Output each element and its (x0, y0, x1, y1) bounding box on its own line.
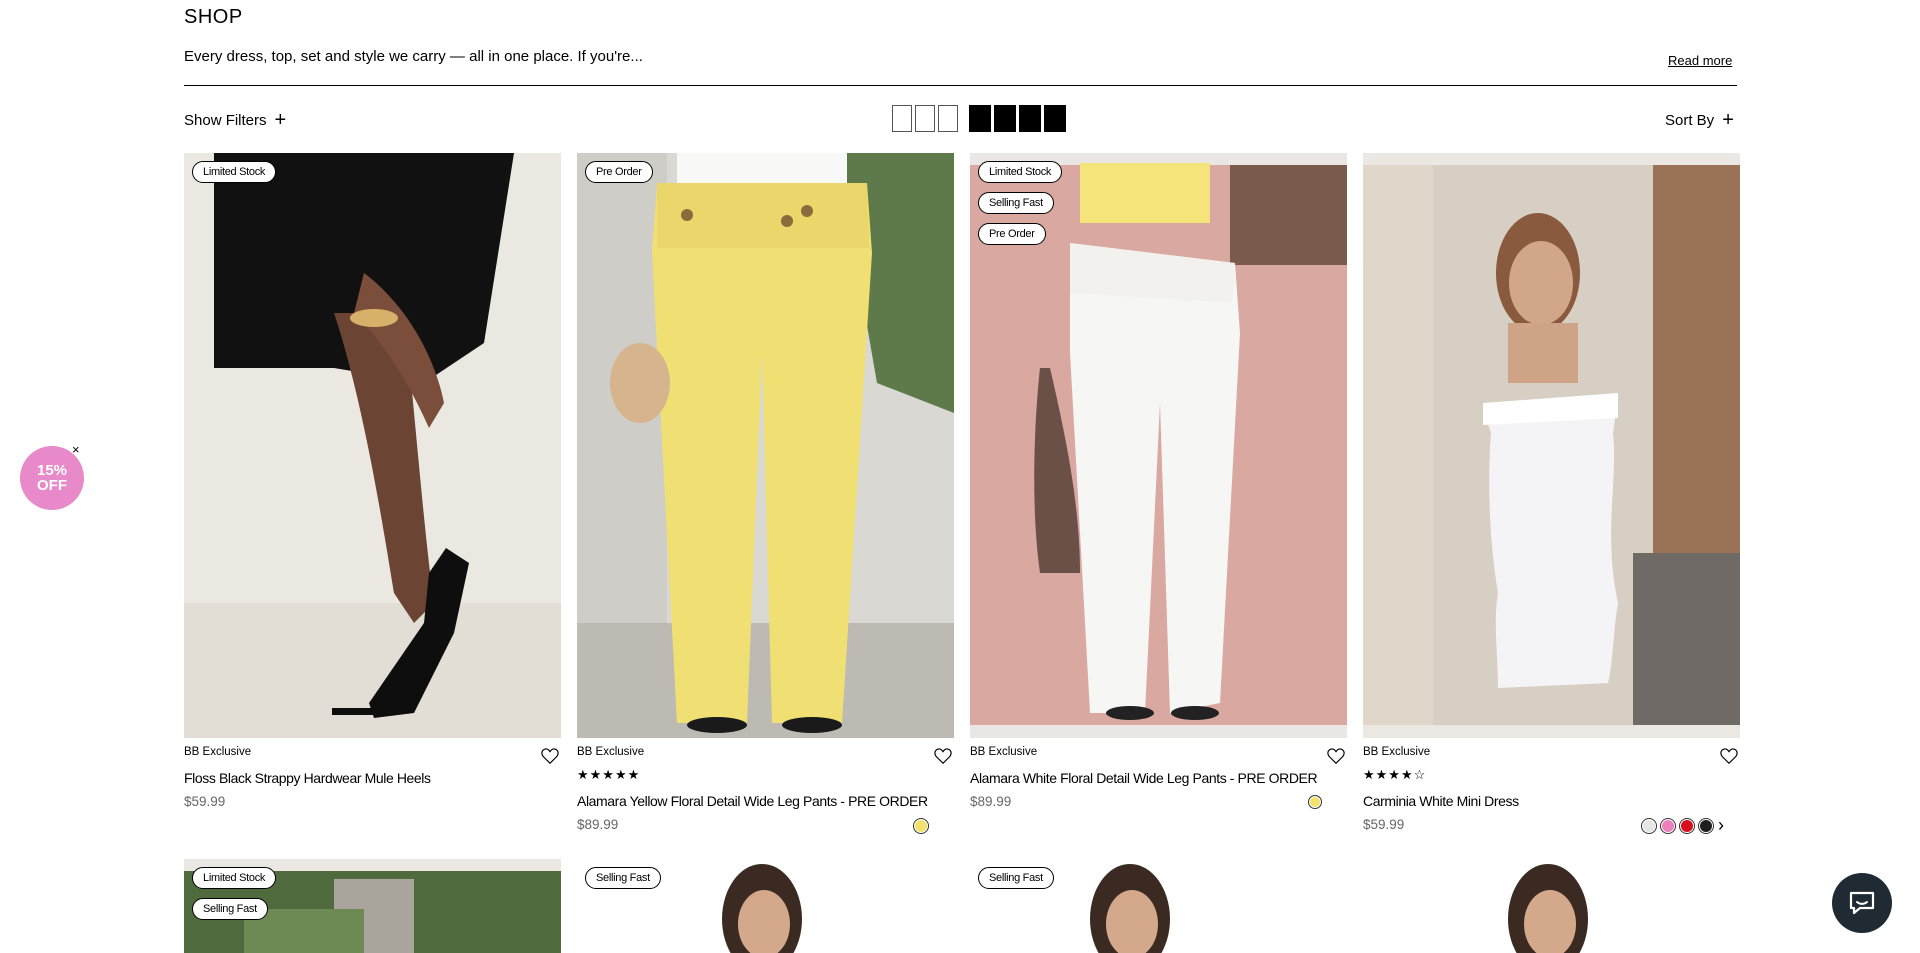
product-badge: Limited Stock (192, 161, 277, 183)
plus-icon: + (274, 109, 287, 131)
product-price: $89.99 (970, 794, 1012, 809)
sort-by-button[interactable]: Sort By + (1665, 110, 1734, 130)
grid-4-columns-toggle[interactable] (969, 105, 1066, 132)
wishlist-heart-icon[interactable] (934, 748, 952, 769)
product-name[interactable]: Carminia White Mini Dress (1363, 793, 1519, 809)
color-swatch-red[interactable] (1680, 819, 1694, 833)
chevron-right-icon[interactable]: › (1718, 815, 1724, 836)
product-name[interactable]: Floss Black Strappy Hardwear Mule Heels (184, 770, 431, 786)
product-card[interactable] (1363, 859, 1740, 953)
product-name[interactable]: Alamara Yellow Floral Detail Wide Leg Pa… (577, 793, 928, 809)
product-image[interactable] (577, 153, 954, 738)
product-name[interactable]: Alamara White Floral Detail Wide Leg Pan… (970, 770, 1318, 786)
grid-3-columns-toggle[interactable] (892, 105, 958, 132)
product-price: $59.99 (1363, 817, 1405, 832)
rating-stars: ★★★★☆ (1363, 767, 1427, 782)
product-card[interactable]: BB Exclusive ★★★★☆ Carminia White Mini D… (1363, 153, 1740, 836)
grid-column-icon (915, 105, 935, 132)
plus-icon: + (1722, 109, 1734, 131)
chat-button[interactable] (1832, 873, 1892, 933)
sort-by-label: Sort By (1665, 111, 1715, 129)
product-badge: Limited Stock (192, 867, 277, 889)
wishlist-heart-icon[interactable] (1327, 748, 1345, 769)
product-badge: Pre Order (585, 161, 653, 183)
product-brand: BB Exclusive (577, 746, 645, 758)
color-swatch-pink[interactable] (1661, 819, 1675, 833)
product-price: $59.99 (184, 794, 226, 809)
category-intro: Every dress, top, set and style we carry… (184, 48, 643, 65)
product-card[interactable]: Limited Stock Selling Fast (184, 859, 561, 953)
product-image[interactable] (184, 153, 561, 738)
chat-bubble-icon (1849, 891, 1875, 915)
close-icon[interactable]: × (72, 442, 80, 457)
product-badge: Selling Fast (192, 898, 268, 920)
product-card[interactable]: Limited Stock Selling Fast Pre Order BB … (970, 153, 1347, 833)
grid-column-icon (969, 105, 991, 132)
color-swatch-black[interactable] (1699, 819, 1713, 833)
product-badge: Pre Order (978, 223, 1046, 245)
show-filters-label: Show Filters (184, 111, 267, 129)
product-price: $89.99 (577, 817, 619, 832)
product-brand: BB Exclusive (184, 746, 252, 758)
color-swatch-yellow[interactable] (914, 819, 928, 833)
page-title: SHOP (184, 6, 243, 28)
product-card[interactable]: Selling Fast (970, 859, 1347, 953)
grid-column-icon (1044, 105, 1066, 132)
promo-percent: 15% (36, 462, 68, 479)
color-swatch-yellow[interactable] (1309, 796, 1321, 808)
product-card[interactable]: Pre Order BB Exclusive ★★★★★ Alamara Yel… (577, 153, 954, 833)
grid-column-icon (1019, 105, 1041, 132)
wishlist-heart-icon[interactable] (1720, 748, 1738, 769)
color-swatch-white[interactable] (1642, 819, 1656, 833)
product-card[interactable]: Limited Stock BB Exclusive Floss Black S… (184, 153, 561, 833)
product-badge: Limited Stock (978, 161, 1063, 183)
wishlist-heart-icon[interactable] (541, 748, 559, 769)
product-brand: BB Exclusive (1363, 746, 1431, 758)
product-image[interactable] (1363, 153, 1740, 738)
product-brand: BB Exclusive (970, 746, 1038, 758)
read-more-link[interactable]: Read more (1668, 53, 1732, 68)
product-image[interactable] (1363, 859, 1740, 953)
product-badge: Selling Fast (978, 192, 1054, 214)
product-badge: Selling Fast (585, 867, 661, 889)
grid-column-icon (994, 105, 1016, 132)
product-card[interactable]: Selling Fast (577, 859, 954, 953)
show-filters-button[interactable]: Show Filters + (184, 110, 286, 130)
divider (184, 85, 1737, 86)
grid-column-icon (938, 105, 958, 132)
rating-stars: ★★★★★ (577, 767, 641, 782)
grid-column-icon (892, 105, 912, 132)
promo-off: OFF (37, 477, 67, 494)
product-badge: Selling Fast (978, 867, 1054, 889)
